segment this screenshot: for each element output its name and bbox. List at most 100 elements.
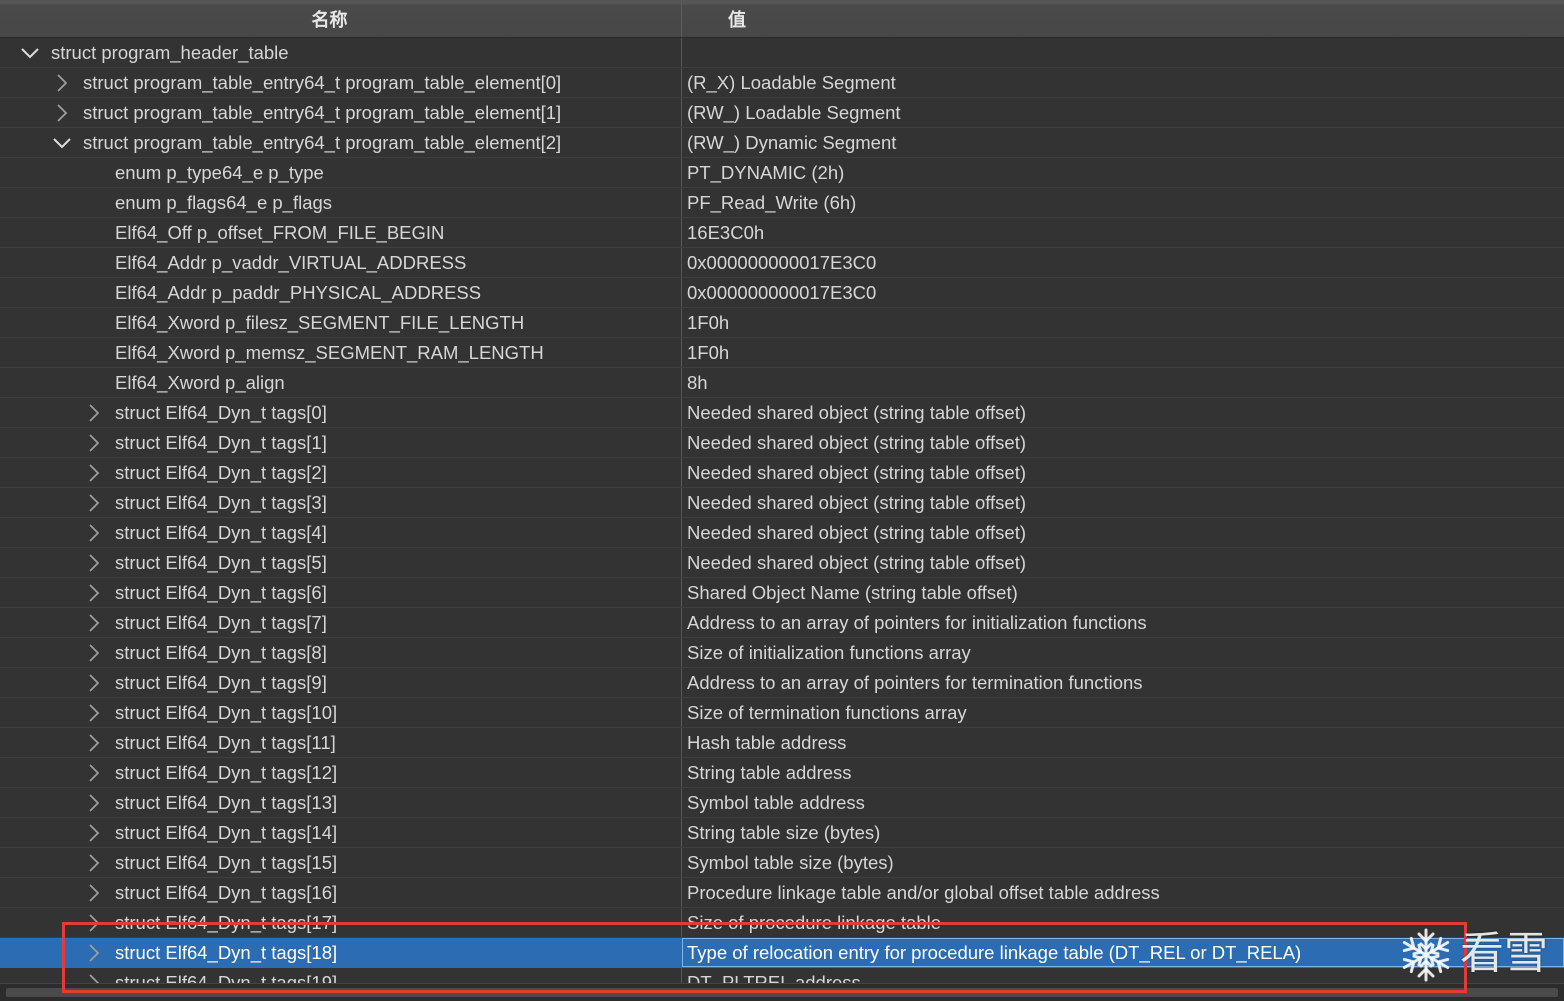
tree-row[interactable]: struct Elf64_Dyn_t tags[12] String table …	[0, 758, 1564, 788]
tree-row[interactable]: struct Elf64_Dyn_t tags[10] Size of termi…	[0, 698, 1564, 728]
tree-row[interactable]: struct program_table_entry64_t program_t…	[0, 98, 1564, 128]
tree-row[interactable]: struct Elf64_Dyn_t tags[13] Symbol table …	[0, 788, 1564, 818]
name-cell[interactable]: struct Elf64_Dyn_t tags[9]	[0, 668, 682, 697]
value-cell[interactable]: PF_Read_Write (6h)	[682, 188, 1564, 217]
name-cell[interactable]: struct Elf64_Dyn_t tags[14]	[0, 818, 682, 847]
value-cell[interactable]: Type of relocation entry for procedure l…	[682, 938, 1564, 967]
column-header-value[interactable]: 值	[682, 0, 1564, 37]
tree-row[interactable]: struct Elf64_Dyn_t tags[4] Needed shared …	[0, 518, 1564, 548]
chevron-right-icon[interactable]	[83, 878, 105, 907]
name-cell[interactable]: struct Elf64_Dyn_t tags[6]	[0, 578, 682, 607]
chevron-right-icon[interactable]	[83, 518, 105, 547]
chevron-right-icon[interactable]	[83, 848, 105, 877]
name-cell[interactable]: enum p_type64_e p_type	[0, 158, 682, 187]
name-cell[interactable]: Elf64_Xword p_align	[0, 368, 682, 397]
tree-row[interactable]: Elf64_Off p_offset_FROM_FILE_BEGIN 16E3C0…	[0, 218, 1564, 248]
chevron-right-icon[interactable]	[83, 638, 105, 667]
value-cell[interactable]: Needed shared object (string table offse…	[682, 488, 1564, 517]
name-cell[interactable]: struct Elf64_Dyn_t tags[5]	[0, 548, 682, 577]
chevron-right-icon[interactable]	[83, 428, 105, 457]
chevron-right-icon[interactable]	[83, 488, 105, 517]
chevron-right-icon[interactable]	[83, 548, 105, 577]
name-cell[interactable]: struct Elf64_Dyn_t tags[15]	[0, 848, 682, 877]
value-cell[interactable]: Size of termination functions array	[682, 698, 1564, 727]
value-cell[interactable]: Symbol table address	[682, 788, 1564, 817]
tree-row[interactable]: struct Elf64_Dyn_t tags[11] Hash table ad…	[0, 728, 1564, 758]
tree-row[interactable]: struct Elf64_Dyn_t tags[6] Shared Object …	[0, 578, 1564, 608]
tree-row[interactable]: struct Elf64_Dyn_t tags[16] Procedure lin…	[0, 878, 1564, 908]
value-cell[interactable]: Needed shared object (string table offse…	[682, 548, 1564, 577]
value-cell[interactable]: PT_DYNAMIC (2h)	[682, 158, 1564, 187]
tree-row[interactable]: Elf64_Xword p_filesz_SEGMENT_FILE_LENGTH…	[0, 308, 1564, 338]
name-cell[interactable]: struct Elf64_Dyn_t tags[19]	[0, 968, 682, 983]
value-cell[interactable]: 0x000000000017E3C0	[682, 248, 1564, 277]
value-cell[interactable]: 0x000000000017E3C0	[682, 278, 1564, 307]
chevron-right-icon[interactable]	[83, 968, 105, 983]
value-cell[interactable]: DT_PLTREL address	[682, 968, 1564, 983]
chevron-right-icon[interactable]	[83, 728, 105, 757]
tree-view[interactable]: struct program_header_table struct progra…	[0, 38, 1564, 983]
tree-row[interactable]: struct program_header_table	[0, 38, 1564, 68]
name-cell[interactable]: struct program_table_entry64_t program_t…	[0, 128, 682, 157]
tree-row[interactable]: struct Elf64_Dyn_t tags[15] Symbol table …	[0, 848, 1564, 878]
value-cell[interactable]	[682, 38, 1564, 67]
name-cell[interactable]: Elf64_Xword p_memsz_SEGMENT_RAM_LENGTH	[0, 338, 682, 367]
horizontal-scrollbar-thumb[interactable]	[6, 988, 1558, 997]
name-cell[interactable]: struct Elf64_Dyn_t tags[11]	[0, 728, 682, 757]
name-cell[interactable]: struct Elf64_Dyn_t tags[2]	[0, 458, 682, 487]
value-cell[interactable]: (RW_) Loadable Segment	[682, 98, 1564, 127]
name-cell[interactable]: Elf64_Addr p_paddr_PHYSICAL_ADDRESS	[0, 278, 682, 307]
tree-row[interactable]: struct program_table_entry64_t program_t…	[0, 68, 1564, 98]
value-cell[interactable]: Needed shared object (string table offse…	[682, 458, 1564, 487]
tree-row[interactable]: struct Elf64_Dyn_t tags[14] String table …	[0, 818, 1564, 848]
value-cell[interactable]: Address to an array of pointers for init…	[682, 608, 1564, 637]
value-cell[interactable]: (RW_) Dynamic Segment	[682, 128, 1564, 157]
chevron-right-icon[interactable]	[83, 938, 105, 967]
name-cell[interactable]: struct Elf64_Dyn_t tags[18]	[0, 938, 682, 967]
value-cell[interactable]: Address to an array of pointers for term…	[682, 668, 1564, 697]
chevron-right-icon[interactable]	[83, 908, 105, 937]
chevron-down-icon[interactable]	[19, 38, 41, 67]
chevron-right-icon[interactable]	[83, 608, 105, 637]
chevron-right-icon[interactable]	[83, 698, 105, 727]
tree-row[interactable]: struct Elf64_Dyn_t tags[7] Address to an …	[0, 608, 1564, 638]
tree-row[interactable]: struct Elf64_Dyn_t tags[5] Needed shared …	[0, 548, 1564, 578]
name-cell[interactable]: struct program_header_table	[0, 38, 682, 67]
chevron-right-icon[interactable]	[83, 578, 105, 607]
name-cell[interactable]: struct program_table_entry64_t program_t…	[0, 98, 682, 127]
tree-row[interactable]: Elf64_Xword p_memsz_SEGMENT_RAM_LENGTH 1F…	[0, 338, 1564, 368]
name-cell[interactable]: struct Elf64_Dyn_t tags[13]	[0, 788, 682, 817]
column-header-name[interactable]: 名称	[0, 0, 682, 37]
tree-row[interactable]: struct Elf64_Dyn_t tags[8] Size of initia…	[0, 638, 1564, 668]
tree-row[interactable]: struct Elf64_Dyn_t tags[1] Needed shared …	[0, 428, 1564, 458]
name-cell[interactable]: struct Elf64_Dyn_t tags[17]	[0, 908, 682, 937]
value-cell[interactable]: String table address	[682, 758, 1564, 787]
value-cell[interactable]: Size of initialization functions array	[682, 638, 1564, 667]
tree-row[interactable]: enum p_flags64_e p_flags PF_Read_Write (6…	[0, 188, 1564, 218]
name-cell[interactable]: enum p_flags64_e p_flags	[0, 188, 682, 217]
value-cell[interactable]: Symbol table size (bytes)	[682, 848, 1564, 877]
value-cell[interactable]: Hash table address	[682, 728, 1564, 757]
tree-row[interactable]: struct Elf64_Dyn_t tags[9] Address to an …	[0, 668, 1564, 698]
chevron-right-icon[interactable]	[83, 668, 105, 697]
chevron-down-icon[interactable]	[51, 128, 73, 157]
value-cell[interactable]: 1F0h	[682, 338, 1564, 367]
name-cell[interactable]: struct Elf64_Dyn_t tags[7]	[0, 608, 682, 637]
name-cell[interactable]: Elf64_Off p_offset_FROM_FILE_BEGIN	[0, 218, 682, 247]
name-cell[interactable]: struct Elf64_Dyn_t tags[3]	[0, 488, 682, 517]
name-cell[interactable]: struct Elf64_Dyn_t tags[16]	[0, 878, 682, 907]
name-cell[interactable]: struct Elf64_Dyn_t tags[1]	[0, 428, 682, 457]
value-cell[interactable]: Procedure linkage table and/or global of…	[682, 878, 1564, 907]
chevron-right-icon[interactable]	[83, 788, 105, 817]
value-cell[interactable]: (R_X) Loadable Segment	[682, 68, 1564, 97]
name-cell[interactable]: struct Elf64_Dyn_t tags[4]	[0, 518, 682, 547]
tree-row[interactable]: struct Elf64_Dyn_t tags[3] Needed shared …	[0, 488, 1564, 518]
tree-row[interactable]: Elf64_Addr p_paddr_PHYSICAL_ADDRESS 0x000…	[0, 278, 1564, 308]
tree-row[interactable]: struct Elf64_Dyn_t tags[18] Type of reloc…	[0, 938, 1564, 968]
name-cell[interactable]: struct Elf64_Dyn_t tags[12]	[0, 758, 682, 787]
name-cell[interactable]: struct program_table_entry64_t program_t…	[0, 68, 682, 97]
value-cell[interactable]: 16E3C0h	[682, 218, 1564, 247]
tree-row[interactable]: struct program_table_entry64_t program_t…	[0, 128, 1564, 158]
tree-row[interactable]: Elf64_Xword p_align 8h	[0, 368, 1564, 398]
tree-row[interactable]: Elf64_Addr p_vaddr_VIRTUAL_ADDRESS 0x0000…	[0, 248, 1564, 278]
